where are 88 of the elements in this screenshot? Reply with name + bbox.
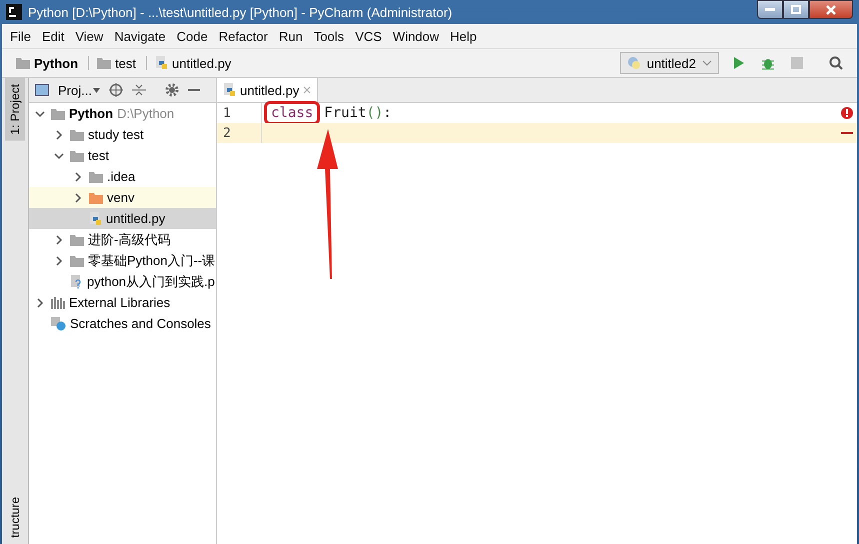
folder-icon	[89, 192, 103, 204]
run-config-dropdown[interactable]: untitled2	[620, 52, 719, 74]
chevron-down-icon	[54, 150, 64, 160]
chevron-right-icon	[54, 130, 64, 140]
tree-item-label: External Libraries	[69, 295, 170, 310]
tree-item-label: untitled.py	[106, 211, 166, 226]
breadcrumb[interactable]: Python	[34, 56, 78, 70]
code-token: Fruit	[324, 105, 366, 121]
tree-row[interactable]: External Libraries	[29, 292, 216, 313]
tree-item-label: Python	[69, 106, 114, 121]
tree-row[interactable]: Python D:\Python	[29, 103, 216, 124]
folder-icon	[16, 57, 30, 69]
folder-icon	[70, 234, 84, 246]
panel-icon	[35, 84, 49, 96]
menu-item[interactable]: File	[10, 28, 31, 44]
tree-item-label: 零基础Python入门--课	[88, 252, 216, 270]
tree-item-label: .idea	[107, 169, 136, 184]
structure-tool-tab[interactable]: tructure	[5, 491, 25, 544]
python-file-icon	[89, 212, 102, 226]
breadcrumb[interactable]: test	[115, 56, 136, 70]
close-button[interactable]	[809, 0, 853, 19]
target-icon[interactable]	[108, 83, 123, 97]
folder-icon	[51, 108, 65, 120]
maximize-button[interactable]	[783, 0, 809, 19]
tree-row[interactable]: Scratches and Consoles	[29, 313, 216, 334]
folder-icon	[70, 150, 84, 162]
tree-item-label: venv	[107, 190, 134, 205]
window-title: Python [D:\Python] - ...\test\untitled.py [Python] - PyCharm (Administrator)	[28, 4, 454, 20]
tree-row[interactable]: study test	[29, 124, 216, 145]
folder-icon	[97, 57, 112, 69]
chevron-right-icon	[54, 234, 64, 244]
tree-item-label: test	[88, 148, 109, 163]
chevron-right-icon	[54, 256, 64, 266]
scratches-icon	[51, 316, 66, 330]
tree-row[interactable]: 进阶-高级代码	[29, 229, 216, 250]
editor-tab[interactable]: untitled.py	[217, 78, 318, 102]
menu-item[interactable]: Navigate	[114, 28, 166, 44]
settings-icon[interactable]	[164, 83, 179, 97]
folder-icon	[89, 170, 103, 182]
folder-icon	[70, 254, 84, 266]
menu-item[interactable]: Edit	[42, 28, 64, 44]
tree-row[interactable]: python从入门到实践.p	[29, 271, 216, 292]
caret-icon[interactable]	[92, 88, 100, 92]
tree-item-label: python从入门到实践.p	[87, 272, 215, 290]
python-file-icon	[155, 56, 168, 70]
maximize-icon	[791, 5, 801, 14]
menu-item[interactable]: View	[75, 28, 104, 44]
code-token: ()	[366, 105, 384, 121]
python-file-icon	[223, 83, 236, 97]
chevron-right-icon	[73, 192, 83, 202]
menu-item[interactable]: Help	[450, 28, 477, 44]
breadcrumb[interactable]: untitled.py	[172, 56, 232, 70]
app-logo-icon	[6, 4, 22, 20]
minimize-button[interactable]	[757, 0, 783, 19]
chevron-right-icon	[35, 298, 45, 308]
tree-row[interactable]: untitled.py	[29, 208, 216, 229]
minimize-icon	[765, 8, 775, 12]
menu-item[interactable]: Tools	[314, 28, 344, 44]
tree-item-label: study test	[88, 127, 144, 142]
python-icon	[626, 56, 641, 70]
library-icon	[51, 296, 65, 308]
unknown-file-icon	[70, 274, 83, 288]
chevron-down-icon	[702, 59, 712, 67]
tree-row[interactable]: .idea	[29, 166, 216, 187]
tree-row[interactable]: venv	[29, 187, 216, 208]
menu-item[interactable]: Code	[176, 28, 208, 44]
view-selector[interactable]: Proj...	[58, 82, 92, 98]
search-icon[interactable]	[829, 56, 843, 70]
chevron-down-icon	[35, 108, 45, 118]
tree-item-label: Scratches and Consoles	[70, 316, 211, 331]
project-path: D:\Python	[117, 106, 174, 121]
code-token: :	[383, 105, 392, 121]
close-icon	[826, 4, 836, 14]
project-tool-tab[interactable]: 1: Project	[5, 78, 25, 141]
error-stripe-mark	[841, 132, 853, 134]
menu-item[interactable]: Refactor	[218, 28, 268, 44]
tree-row[interactable]: 零基础Python入门--课	[29, 250, 216, 271]
menu-item[interactable]: Run	[278, 28, 303, 44]
menu-item[interactable]: VCS	[355, 28, 382, 44]
folder-icon	[70, 128, 84, 140]
line-number: 2	[217, 123, 262, 143]
tree-item-label: 进阶-高级代码	[88, 230, 170, 248]
run-icon[interactable]	[733, 56, 745, 70]
menu-item[interactable]: Window	[392, 28, 440, 44]
collapse-icon[interactable]	[132, 83, 146, 97]
chevron-right-icon	[73, 172, 83, 182]
tree-row[interactable]: test	[29, 145, 216, 166]
bug-icon[interactable]	[761, 56, 775, 70]
